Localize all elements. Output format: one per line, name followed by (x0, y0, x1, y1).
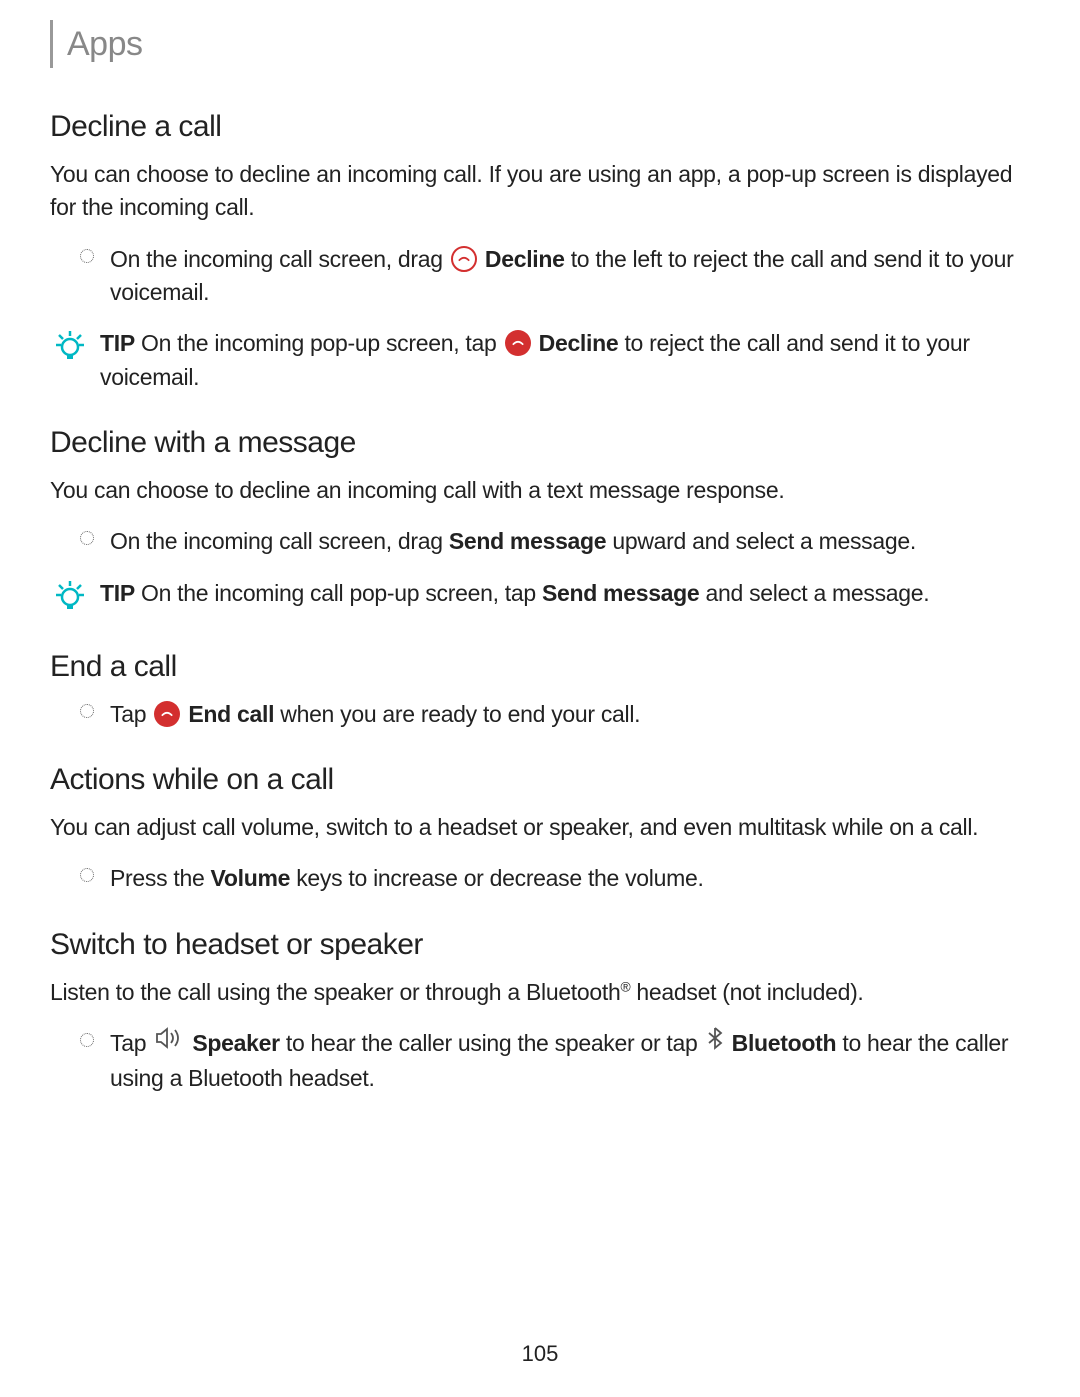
decline-outline-icon (451, 246, 477, 272)
text-fragment: keys to increase or decrease the volume. (290, 865, 703, 891)
bullet-speaker-text: Tap Speaker to hear the caller using the… (110, 1027, 1030, 1095)
section-decline-message: Decline with a message You can choose to… (50, 426, 1030, 618)
bullet-marker-icon (80, 243, 110, 310)
page-header: Apps (50, 20, 1030, 68)
text-fragment: to hear the caller using the speaker or … (280, 1030, 704, 1056)
text-fragment: Tap (110, 701, 152, 727)
text-fragment: and select a message. (699, 580, 929, 606)
intro-switch: Listen to the call using the speaker or … (50, 976, 1030, 1009)
text-fragment: On the incoming call screen, drag (110, 246, 449, 272)
heading-actions: Actions while on a call (50, 763, 1030, 797)
intro-decline-call: You can choose to decline an incoming ca… (50, 158, 1030, 225)
tip-send-message: TIP On the incoming call pop-up screen, … (50, 577, 1030, 618)
decline-solid-icon (505, 330, 531, 356)
section-actions-on-call: Actions while on a call You can adjust c… (50, 763, 1030, 896)
decline-label: Decline (485, 246, 565, 272)
bullet-marker-icon (80, 525, 110, 558)
bullet-send-message: On the incoming call screen, drag Send m… (80, 525, 1030, 558)
bullet-speaker-bluetooth: Tap Speaker to hear the caller using the… (80, 1027, 1030, 1095)
send-message-label: Send message (449, 528, 606, 554)
speaker-label: Speaker (192, 1030, 279, 1056)
bullet-decline-text: On the incoming call screen, drag Declin… (110, 243, 1030, 310)
heading-switch: Switch to headset or speaker (50, 928, 1030, 962)
text-fragment: On the incoming pop-up screen, tap (135, 330, 503, 356)
bullet-volume-text: Press the Volume keys to increase or dec… (110, 862, 704, 895)
tip-bulb-icon (50, 327, 100, 394)
tip-label: TIP (100, 330, 135, 356)
tip-send-message-text: TIP On the incoming call pop-up screen, … (100, 577, 929, 618)
bullet-end-call: Tap End call when you are ready to end y… (80, 698, 1030, 731)
text-fragment: when you are ready to end your call. (274, 701, 640, 727)
bullet-volume: Press the Volume keys to increase or dec… (80, 862, 1030, 895)
bullet-send-message-text: On the incoming call screen, drag Send m… (110, 525, 916, 558)
bullet-end-call-text: Tap End call when you are ready to end y… (110, 698, 640, 731)
text-fragment: upward and select a message. (606, 528, 916, 554)
tip-label: TIP (100, 580, 135, 606)
bullet-decline-drag: On the incoming call screen, drag Declin… (80, 243, 1030, 310)
text-fragment: headset (not included). (630, 979, 863, 1005)
heading-decline-message: Decline with a message (50, 426, 1030, 460)
text-fragment: On the incoming call pop-up screen, tap (135, 580, 542, 606)
section-end-call: End a call Tap End call when you are rea… (50, 650, 1030, 731)
end-call-label: End call (188, 701, 274, 727)
bluetooth-label: Bluetooth (732, 1030, 837, 1056)
page-number: 105 (0, 1341, 1080, 1367)
bullet-marker-icon (80, 862, 110, 895)
send-message-label: Send message (542, 580, 699, 606)
text-fragment: Press the (110, 865, 211, 891)
text-fragment: Listen to the call using the speaker or … (50, 979, 620, 1005)
tip-bulb-icon (50, 577, 100, 618)
volume-label: Volume (211, 865, 291, 891)
decline-label: Decline (539, 330, 619, 356)
bullet-marker-icon (80, 698, 110, 731)
bullet-marker-icon (80, 1027, 110, 1095)
text-fragment: Tap (110, 1030, 152, 1056)
end-call-icon (154, 701, 180, 727)
heading-end-call: End a call (50, 650, 1030, 684)
intro-actions: You can adjust call volume, switch to a … (50, 811, 1030, 844)
section-decline-call: Decline a call You can choose to decline… (50, 110, 1030, 394)
tip-decline: TIP On the incoming pop-up screen, tap D… (50, 327, 1030, 394)
intro-decline-message: You can choose to decline an incoming ca… (50, 474, 1030, 507)
page-header-title: Apps (67, 25, 143, 64)
bluetooth-icon (706, 1026, 724, 1059)
heading-decline-call: Decline a call (50, 110, 1030, 144)
tip-decline-text: TIP On the incoming pop-up screen, tap D… (100, 327, 1030, 394)
speaker-icon (154, 1026, 184, 1059)
section-switch-headset: Switch to headset or speaker Listen to t… (50, 928, 1030, 1095)
registered-mark: ® (620, 979, 630, 994)
text-fragment: On the incoming call screen, drag (110, 528, 449, 554)
